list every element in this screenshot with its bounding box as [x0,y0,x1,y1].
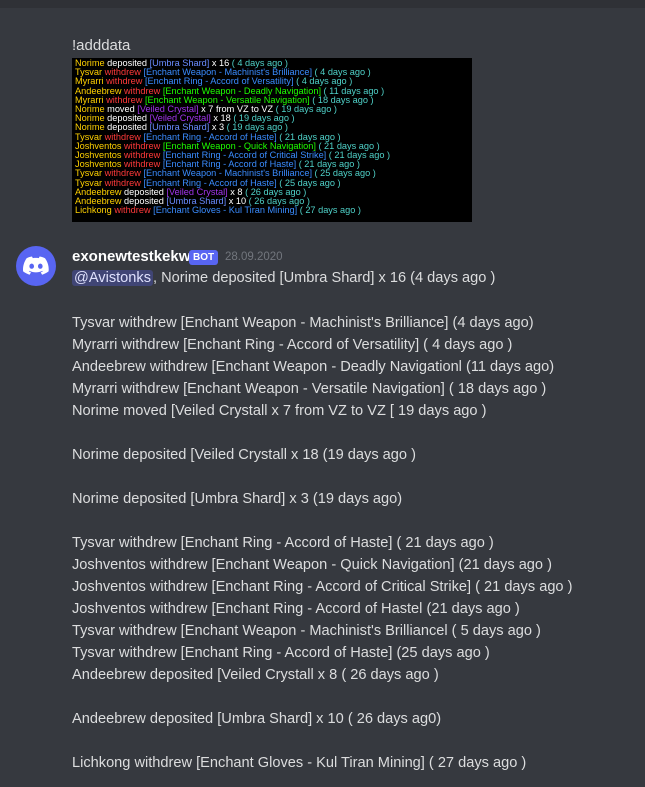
message-timestamp: 28.09.2020 [225,251,283,263]
avatar[interactable] [16,246,56,286]
top-strip [0,0,645,8]
bot-username[interactable]: exonewtestkekw [72,247,190,267]
message-first-line: @Avistonks, Norime deposited [Umbra Shar… [72,268,495,288]
message-line: Tysvar withdrew [Enchant Weapon - Machin… [72,315,534,331]
message-line: Andeebrew withdrew [Enchant Weapon - Dea… [72,359,555,375]
command-message: !adddata [72,37,131,54]
message-line: Tysvar withdrew [Enchant Ring - Accord o… [72,645,490,661]
message-line: Lichkong withdrew [Enchant Gloves - Kul … [72,755,527,771]
user-mention[interactable]: @Avistonks [72,270,154,286]
message-line: Myrarri withdrew [Enchant Weapon - Versa… [72,381,547,397]
game-log-name: Lichkong [75,205,112,216]
game-log-item: [Enchant Gloves - Kul Tiran Mining] [153,205,298,216]
message-line: Norime moved [Veiled Crystall x 7 from V… [72,403,487,419]
game-log: Norime deposited [Umbra Shard] x 16 ( 4 … [75,58,469,215]
message-line: Joshventos withdrew [Enchant Weapon - Qu… [72,557,552,573]
message-line: Tysvar withdrew [Enchant Weapon - Machin… [72,623,541,639]
game-log-action: withdrew [111,205,154,216]
message-line: Norime deposited [Veiled Crystall x 18 (… [72,447,416,463]
discord-logo-icon [23,256,49,275]
game-screenshot-attachment[interactable]: Norime deposited [Umbra Shard] x 16 ( 4 … [72,58,472,222]
message-line: Myrarri withdrew [Enchant Ring - Accord … [72,337,513,353]
message-line: Norime deposited [Umbra Shard] x 3 (19 d… [72,491,403,507]
bot-badge: BOT [189,250,219,265]
message-line: Andeebrew deposited [Umbra Shard] x 10 (… [72,711,442,727]
message-line: Joshventos withdrew [Enchant Ring - Acco… [72,579,573,595]
first-line-text: , Norime deposited [Umbra Shard] x 16 (4… [153,270,496,286]
message-line: Tysvar withdrew [Enchant Ring - Accord o… [72,535,494,551]
message-line: Andeebrew deposited [Veiled Crystall x 8… [72,667,439,683]
message-line: Joshventos withdrew [Enchant Ring - Acco… [72,601,520,617]
game-log-line: Lichkong withdrew [Enchant Gloves - Kul … [75,206,469,215]
game-log-time: ( 27 days ago ) [297,205,361,216]
